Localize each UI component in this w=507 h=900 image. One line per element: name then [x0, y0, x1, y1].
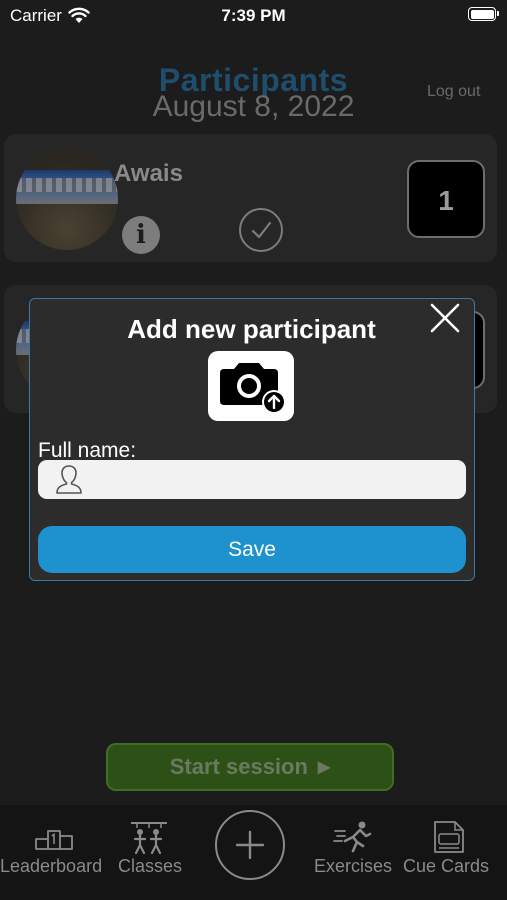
status-bar: Carrier 7:39 PM [0, 0, 507, 32]
start-session-label: Start session [169, 754, 308, 779]
play-icon: ▶ [317, 759, 331, 777]
camera-upload-icon [220, 363, 286, 414]
clock: 7:39 PM [221, 6, 286, 25]
logout-button[interactable]: Log out [427, 83, 480, 101]
runner-icon [333, 821, 372, 853]
battery-icon [468, 7, 499, 21]
classes-icon [131, 822, 167, 855]
start-session-button[interactable]: Start session ▶ [106, 743, 394, 791]
participant-name: Awais [114, 160, 183, 187]
tab-leaderboard[interactable]: Leaderboard [0, 805, 112, 900]
save-button[interactable]: Save [38, 526, 466, 573]
dialog-title: Add new participant [127, 314, 376, 344]
check-icon[interactable] [239, 208, 283, 252]
close-icon[interactable] [428, 301, 462, 335]
participant-card[interactable]: Awais i 1 [4, 134, 497, 262]
add-button[interactable] [215, 810, 285, 880]
tab-cue-cards[interactable]: Cue Cards [403, 805, 495, 900]
upload-photo-button[interactable] [208, 351, 294, 421]
tab-cue-cards-label: Cue Cards [403, 856, 490, 876]
full-name-input[interactable] [38, 460, 466, 499]
add-participant-dialog: Add new participant Full name: Save [29, 298, 475, 581]
tab-classes-label: Classes [118, 856, 183, 876]
podium-icon [35, 830, 73, 850]
tab-exercises[interactable]: Exercises [313, 805, 395, 900]
participant-score[interactable]: 1 [407, 160, 485, 238]
cue-card-icon [434, 821, 464, 853]
tab-classes[interactable]: Classes [113, 805, 188, 900]
info-icon[interactable]: i [122, 216, 160, 254]
participants-screen: Carrier 7:39 PM Participants August 8, 2… [0, 0, 507, 900]
tab-exercises-label: Exercises [314, 856, 393, 876]
user-icon [56, 465, 82, 494]
tab-leaderboard-label: Leaderboard [0, 856, 103, 876]
participant-avatar [16, 148, 118, 250]
plus-icon [235, 830, 265, 860]
